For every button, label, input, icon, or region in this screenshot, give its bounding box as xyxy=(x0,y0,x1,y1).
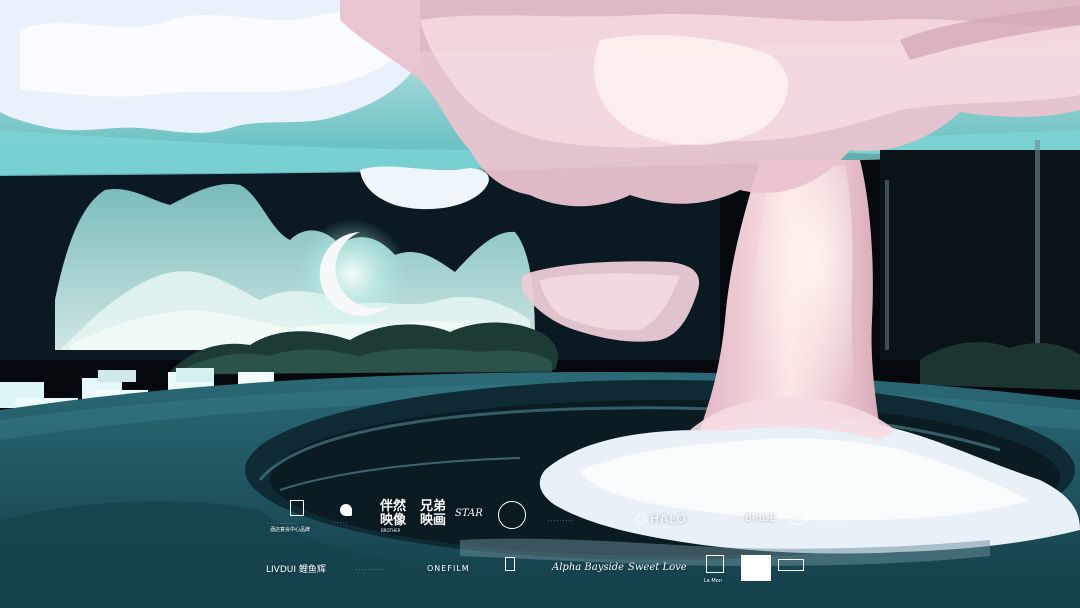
livdui-logo: LIVDUI 鲤鱼辉 xyxy=(266,565,326,575)
square-badge-logo-icon xyxy=(741,555,771,581)
banran-logo-sub: BROTHER xyxy=(381,528,401,533)
script-logo: Sweet Love xyxy=(628,562,687,573)
star-logo: STAR xyxy=(455,508,483,519)
halo-logo: HALO xyxy=(650,512,687,526)
lotus-logo-icon xyxy=(340,504,352,516)
crest-logo-icon xyxy=(788,505,808,525)
round-seal-logo-icon xyxy=(498,501,526,529)
onefilm-logo: ONEFILM xyxy=(427,564,470,573)
banran-logo: 伴然映像 xyxy=(380,499,407,528)
wide-badge-logo-icon xyxy=(778,559,804,571)
sponsor-logos-row-1: · · · · · · · · · · 酒店宴会中心品牌 · · · · · 伴… xyxy=(0,497,1080,537)
alpha-logo: Alpha Bayside xyxy=(552,562,625,573)
halo-ring-icon xyxy=(636,514,646,524)
hotel-emblem-icon xyxy=(290,500,304,516)
hotel-logo-text: 酒店宴会中心品牌 xyxy=(270,527,311,533)
lemon-logo: Le Mon xyxy=(704,578,722,584)
brothers-logo: 兄弟映画 xyxy=(420,499,447,528)
wedding-venue-photo: · · · · · · · · · · 酒店宴会中心品牌 · · · · · 伴… xyxy=(0,0,1080,608)
sponsor-logos-row-2: LIVDUI 鲤鱼辉 · · · · · · · · · · ONEFILM A… xyxy=(0,555,1080,595)
bride-logo: BRIDE xyxy=(745,513,776,524)
grid-logo-icon xyxy=(706,555,724,573)
emblem-logo-icon xyxy=(505,557,515,571)
